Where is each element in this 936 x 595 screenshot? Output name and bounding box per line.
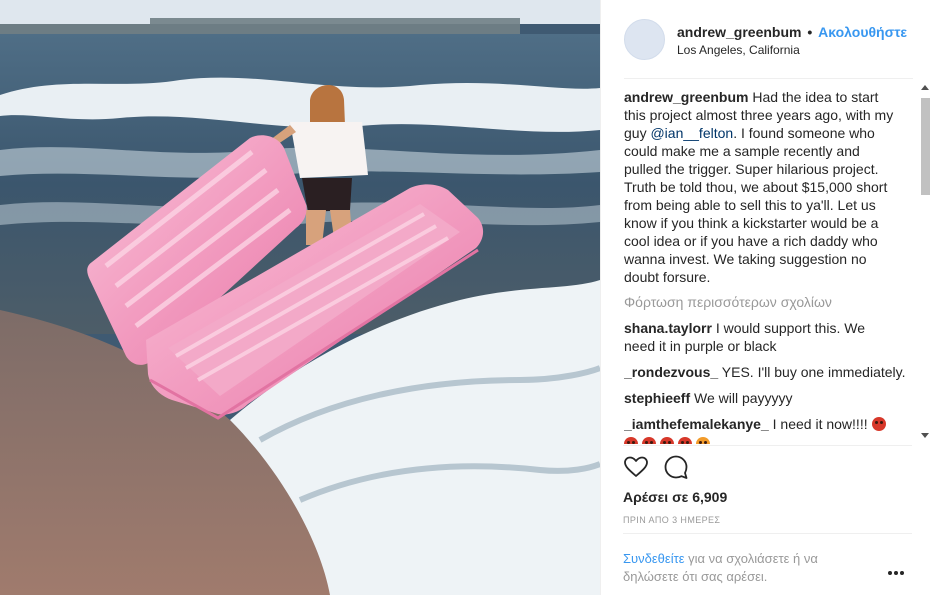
comment-text: need it in purple or black — [624, 338, 777, 354]
angry-face-emoji — [624, 437, 638, 444]
comment-text: YES. I'll buy one immediately. — [721, 364, 906, 380]
caption-line: cool idea or if you have a rich daddy wh… — [624, 233, 878, 249]
caption-line: wanna invest. We taking suggestion no — [624, 251, 867, 267]
caption-line: know if you think a kickstarter would be… — [624, 215, 879, 231]
header-divider — [624, 78, 913, 79]
mention-link[interactable]: @ian__felton — [650, 125, 733, 141]
caption-line: this project almost three years ago, wit… — [624, 107, 894, 123]
caption-text: guy — [624, 125, 651, 141]
comment-username[interactable]: _rondezvous_ — [624, 364, 718, 380]
header-dot-separator: • — [807, 24, 813, 40]
avatar[interactable] — [624, 19, 665, 60]
comment: stephieeff We will payyyyy — [624, 389, 917, 407]
comment-username[interactable]: stephieeff — [624, 390, 690, 406]
follow-button[interactable]: Ακολουθήστε — [818, 24, 907, 40]
comment: _iamthefemalekanye_ I need it now!!!! — [624, 415, 917, 444]
comments-scrollbar[interactable] — [919, 80, 932, 444]
comment-username[interactable]: _iamthefemalekanye_ — [624, 416, 769, 432]
header-line: andrew_greenbum • Ακολουθήστε — [677, 24, 907, 40]
comment-username[interactable]: shana.taylorr — [624, 320, 712, 336]
caption-text: Had the idea to start — [752, 89, 879, 105]
angry-face-emoji — [871, 417, 886, 431]
angry-face-emoji — [678, 437, 692, 444]
comment-text: I would support this. We — [715, 320, 865, 336]
post-side-panel: andrew_greenbum • Ακολουθήστε Los Angele… — [600, 0, 936, 595]
post-image — [0, 0, 600, 595]
more-options-icon[interactable] — [886, 568, 906, 578]
comment-text: We will payyyyy — [694, 390, 793, 406]
post-header: andrew_greenbum • Ακολουθήστε Los Angele… — [601, 0, 936, 78]
caption-line: could make me a sample recently and — [624, 143, 860, 159]
comments-list[interactable]: andrew_greenbum Had the idea to start th… — [624, 88, 917, 444]
location-link[interactable]: Los Angeles, California — [677, 43, 800, 57]
post-photo[interactable] — [0, 0, 600, 595]
caption-text: . I found someone who — [733, 125, 875, 141]
heart-eyes-emoji — [696, 437, 710, 444]
caption: andrew_greenbum Had the idea to start th… — [624, 88, 917, 286]
comment: shana.taylorr I would support this. We n… — [624, 319, 917, 355]
angry-face-emoji — [642, 437, 656, 444]
scroll-down-arrow-icon[interactable] — [921, 433, 929, 438]
load-more-comments-button[interactable]: Φόρτωση περισσότερων σχολίων — [624, 293, 917, 311]
caption-line: pulled the trigger. Super hilarious proj… — [624, 161, 879, 177]
scrollbar-thumb[interactable] — [921, 98, 930, 195]
caption-line: doubt forsure. — [624, 269, 711, 285]
scroll-up-arrow-icon[interactable] — [921, 85, 929, 90]
angry-face-emoji — [660, 437, 674, 444]
caption-line: from being able to sell this to ya'll. L… — [624, 197, 876, 213]
caption-username[interactable]: andrew_greenbum — [624, 89, 748, 105]
comment-text: I need it now!!!! — [772, 416, 868, 432]
comment: _rondezvous_ YES. I'll buy one immediate… — [624, 363, 917, 381]
header-username[interactable]: andrew_greenbum — [677, 24, 801, 40]
caption-line: Truth be told thou, we about $15,000 sho… — [624, 179, 888, 195]
